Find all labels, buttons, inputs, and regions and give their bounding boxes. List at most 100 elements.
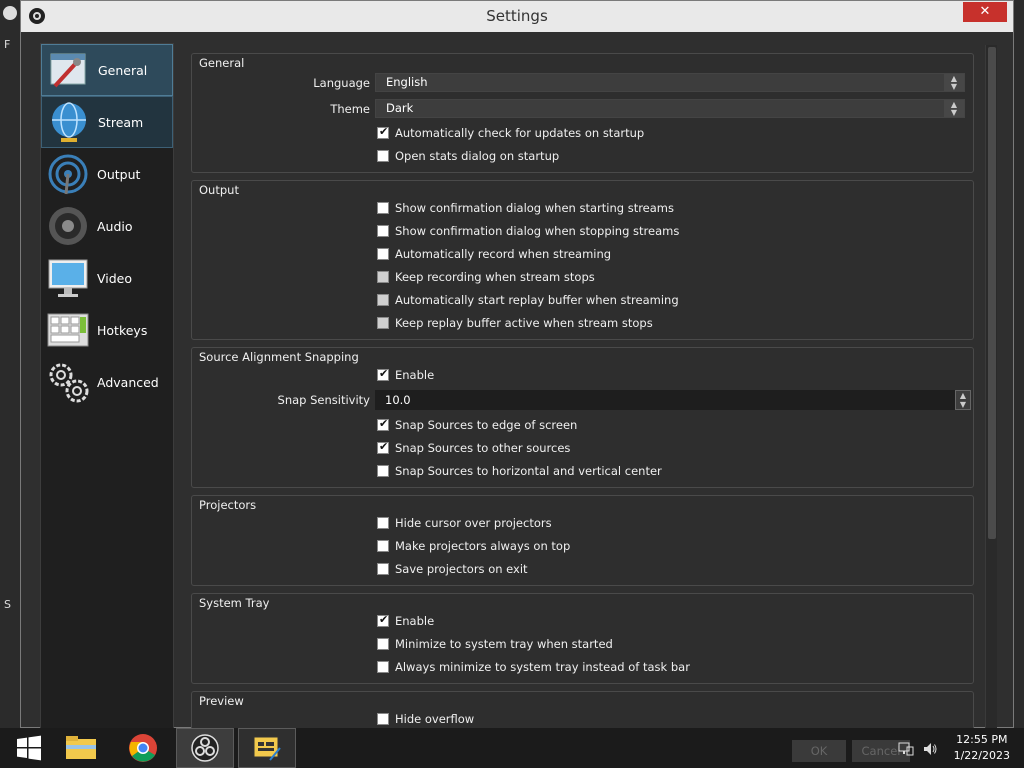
scrollbar-thumb[interactable]	[988, 47, 996, 539]
settings-content: General Language English ▲ ▼ Theme Dark ▲…	[191, 53, 975, 729]
checkbox-checked-icon	[377, 613, 389, 627]
sidebar-item-general[interactable]: General	[41, 44, 173, 96]
always-minimize-checkbox[interactable]: Always minimize to system tray instead o…	[377, 660, 690, 674]
save-projectors-checkbox[interactable]: Save projectors on exit	[377, 562, 528, 576]
close-button[interactable]: ✕	[963, 2, 1007, 22]
settings-sidebar: General Stream Output Audio Video Hotkey…	[40, 43, 174, 729]
group-title: Projectors	[199, 498, 257, 512]
confirm-start-checkbox[interactable]: Show confirmation dialog when starting s…	[377, 201, 674, 215]
network-icon[interactable]	[898, 741, 914, 761]
title-bar[interactable]: Settings ✕	[21, 1, 1013, 32]
sidebar-item-advanced[interactable]: Advanced	[41, 356, 173, 408]
checkbox-checked-icon	[377, 417, 389, 431]
sidebar-item-label: Stream	[98, 114, 144, 130]
sidebar-item-label: Video	[97, 270, 133, 286]
group-title: System Tray	[199, 596, 270, 610]
checkbox-icon	[377, 465, 389, 477]
language-select[interactable]: English ▲ ▼	[375, 73, 965, 92]
checkbox-icon	[377, 317, 389, 329]
stream-globe-icon	[46, 99, 92, 145]
auto-record-checkbox[interactable]: Automatically record when streaming	[377, 247, 611, 261]
checkbox-label: Make projectors always on top	[395, 539, 571, 553]
checkbox-icon	[377, 202, 389, 214]
snap-other-checkbox[interactable]: Snap Sources to other sources	[377, 440, 571, 455]
checkbox-label: Save projectors on exit	[395, 562, 528, 576]
checkbox-label: Automatically record when streaming	[395, 247, 612, 261]
checkbox-label: Snap Sources to other sources	[395, 441, 571, 455]
checkbox-icon	[377, 540, 389, 552]
sidebar-item-label: General	[98, 62, 148, 78]
snap-center-checkbox[interactable]: Snap Sources to horizontal and vertical …	[377, 464, 662, 478]
projectors-on-top-checkbox[interactable]: Make projectors always on top	[377, 539, 570, 553]
sidebar-item-hotkeys[interactable]: Hotkeys	[41, 304, 173, 356]
checkbox-icon	[377, 563, 389, 575]
ok-button[interactable]: OK	[792, 740, 846, 762]
sidebar-item-audio[interactable]: Audio	[41, 200, 173, 252]
minimize-started-checkbox[interactable]: Minimize to system tray when started	[377, 637, 613, 651]
obs-logo-icon	[191, 734, 219, 762]
checkbox-icon	[377, 661, 389, 673]
tray-enable-checkbox[interactable]: Enable	[377, 613, 435, 628]
sidebar-item-label: Advanced	[97, 374, 159, 390]
chrome-icon	[129, 734, 157, 762]
sidebar-item-output[interactable]: Output	[41, 148, 173, 200]
clock-time: 12:55 PM	[956, 733, 1008, 746]
snap-edge-checkbox[interactable]: Snap Sources to edge of screen	[377, 417, 577, 432]
hide-overflow-checkbox[interactable]: Hide overflow	[377, 712, 474, 726]
sidebar-item-video[interactable]: Video	[41, 252, 173, 304]
checkbox-label: Automatically check for updates on start…	[395, 126, 645, 140]
volume-icon[interactable]	[922, 741, 938, 761]
keep-replay-buffer-checkbox[interactable]: Keep replay buffer active when stream st…	[377, 316, 653, 330]
checkbox-label: Automatically start replay buffer when s…	[395, 293, 679, 307]
language-value: English	[386, 75, 428, 89]
checkbox-label: Show confirmation dialog when starting s…	[395, 201, 674, 215]
settings-window: Settings ✕ General Stream Output Audio V…	[20, 0, 1014, 729]
auto-replay-buffer-checkbox[interactable]: Automatically start replay buffer when s…	[377, 293, 679, 307]
hide-cursor-checkbox[interactable]: Hide cursor over projectors	[377, 516, 552, 530]
snap-sensitivity-spinbox[interactable]: 10.0 ▲ ▼	[375, 390, 971, 410]
taskbar-chrome[interactable]	[114, 728, 172, 768]
checkbox-label: Open stats dialog on startup	[395, 149, 560, 163]
checkbox-icon	[377, 248, 389, 260]
background-text: F	[4, 38, 11, 51]
checkbox-label: Always minimize to system tray instead o…	[395, 660, 690, 674]
group-title: Source Alignment Snapping	[199, 350, 359, 364]
checkbox-label: Minimize to system tray when started	[395, 637, 613, 651]
checkbox-icon	[377, 638, 389, 650]
checkbox-label: Snap Sources to horizontal and vertical …	[395, 464, 662, 478]
check-updates-checkbox[interactable]: Automatically check for updates on start…	[377, 125, 645, 140]
group-snapping: Source Alignment Snapping Enable Snap Se…	[191, 347, 974, 488]
checkbox-label: Enable	[395, 368, 435, 382]
snap-sensitivity-label: Snap Sensitivity	[277, 393, 370, 407]
taskbar-obs[interactable]	[176, 728, 234, 768]
group-title: Preview	[199, 694, 244, 708]
snapping-enable-checkbox[interactable]: Enable	[377, 367, 435, 382]
checkbox-icon	[377, 713, 389, 725]
checkbox-checked-icon	[377, 125, 389, 139]
checkbox-label: Hide cursor over projectors	[395, 516, 552, 530]
theme-select[interactable]: Dark ▲ ▼	[375, 99, 965, 118]
taskbar-clock[interactable]: 12:55 PM 1/22/2023	[954, 732, 1010, 764]
group-title: General	[199, 56, 245, 70]
group-general: General Language English ▲ ▼ Theme Dark ▲…	[191, 53, 974, 173]
advanced-gears-icon	[45, 359, 91, 405]
updown-arrow-icon: ▲ ▼	[944, 74, 964, 91]
sidebar-item-label: Hotkeys	[97, 322, 148, 338]
open-stats-checkbox[interactable]: Open stats dialog on startup	[377, 149, 559, 163]
group-system-tray: System Tray Enable Minimize to system tr…	[191, 593, 974, 684]
windows-logo-icon	[17, 735, 41, 761]
taskbar-file-explorer[interactable]	[52, 728, 110, 768]
checkbox-label: Keep recording when stream stops	[395, 270, 595, 284]
checkbox-label: Enable	[395, 614, 435, 628]
confirm-stop-checkbox[interactable]: Show confirmation dialog when stopping s…	[377, 224, 679, 238]
background-text: S	[4, 598, 11, 611]
sidebar-item-stream[interactable]: Stream	[41, 96, 173, 148]
spin-arrows-icon[interactable]: ▲ ▼	[955, 390, 971, 410]
taskbar-app[interactable]	[238, 728, 296, 768]
hotkeys-keyboard-icon	[45, 307, 91, 353]
start-button[interactable]	[0, 728, 58, 768]
vertical-scrollbar[interactable]	[985, 45, 997, 729]
keep-recording-checkbox[interactable]: Keep recording when stream stops	[377, 270, 595, 284]
general-icon	[46, 47, 92, 93]
obs-logo-icon	[3, 6, 17, 20]
